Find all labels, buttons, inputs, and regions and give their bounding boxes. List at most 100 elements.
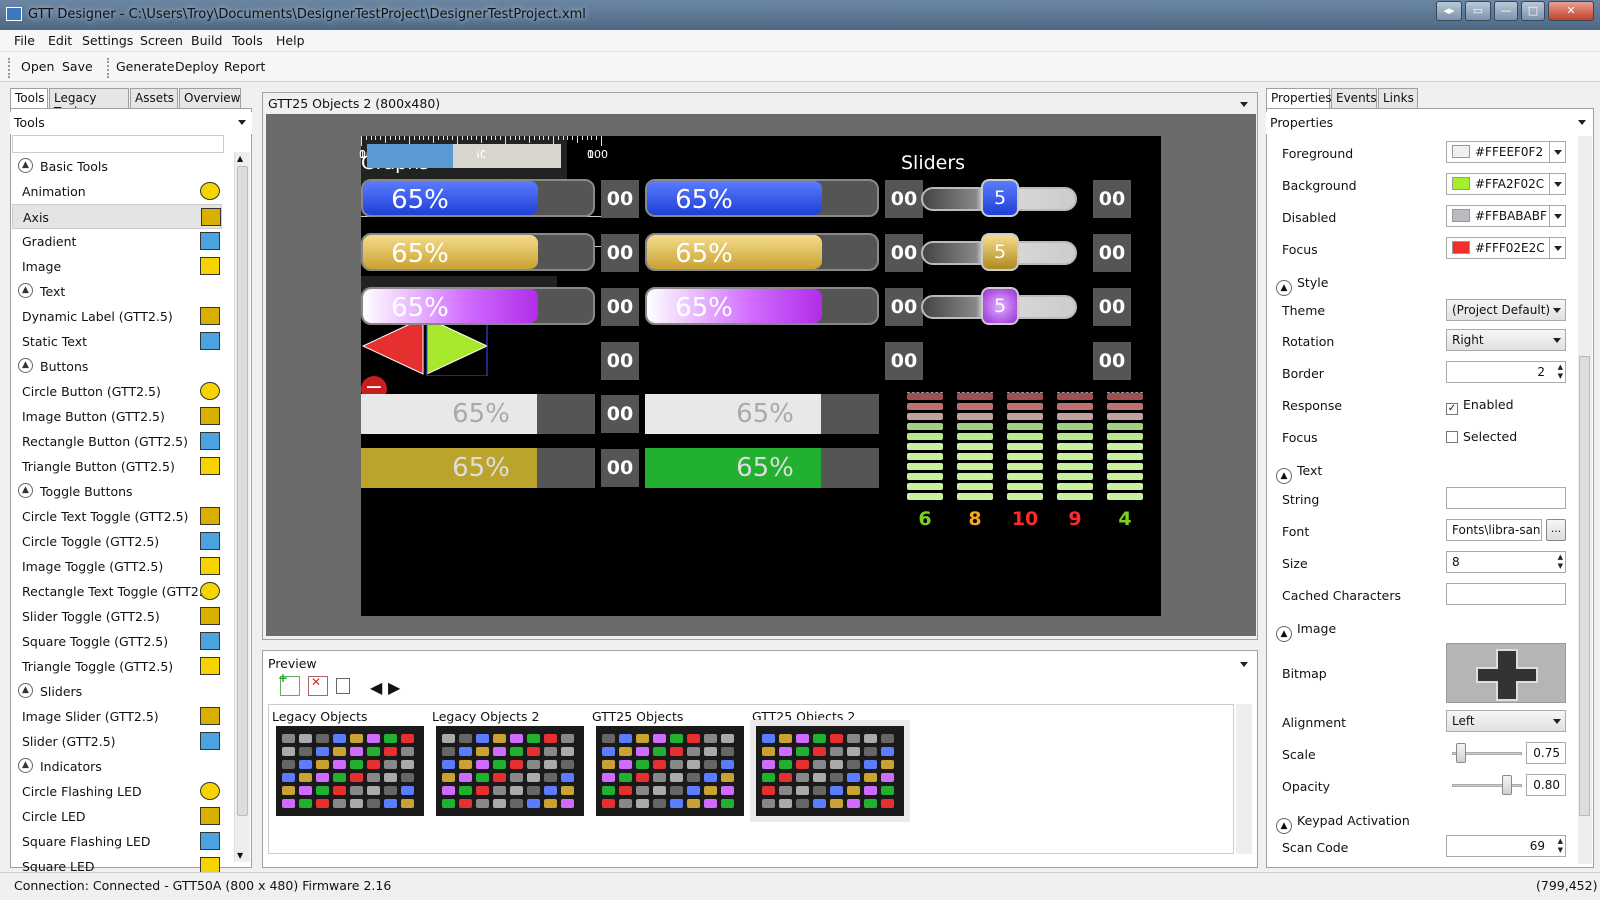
menu-file[interactable]: File — [14, 33, 35, 48]
tool-item[interactable]: Triangle Button (GTT2.5) — [12, 454, 222, 479]
alignment-select[interactable]: Left — [1446, 710, 1566, 732]
scale-input[interactable]: 0.75 — [1526, 742, 1566, 764]
generate-button[interactable]: Generate — [116, 59, 174, 74]
open-button[interactable]: Open — [21, 59, 54, 74]
slider-knob[interactable]: 5 — [981, 287, 1019, 325]
tool-item[interactable]: Gradient — [12, 229, 222, 254]
tool-item[interactable]: Image — [12, 254, 222, 279]
stepper-arrows-icon[interactable]: ▲ ▼ — [1558, 837, 1563, 855]
dock-icon[interactable]: ▭ — [1465, 1, 1491, 21]
tool-item[interactable]: Image Toggle (GTT2.5) — [12, 554, 222, 579]
scancode-stepper[interactable]: 69 ▲ ▼ — [1446, 835, 1566, 857]
tab-overview[interactable]: Overview — [179, 88, 241, 108]
collapse-icon[interactable]: ▲ — [18, 283, 33, 298]
tools-scroll-thumb[interactable] — [237, 166, 248, 816]
tools-dropdown[interactable]: Tools — [10, 112, 252, 134]
tool-item[interactable]: Rectangle Text Toggle (GTT2.5) — [12, 579, 222, 604]
style-section[interactable]: ▲ Style — [1276, 275, 1328, 296]
tab-events[interactable]: Events — [1331, 88, 1377, 108]
stepper-arrows-icon[interactable]: ▲ ▼ — [1558, 363, 1563, 381]
properties-dropdown[interactable]: Properties — [1266, 112, 1592, 134]
close-button[interactable]: ✕ — [1548, 1, 1594, 21]
slider-knob[interactable]: 5 — [981, 179, 1019, 217]
scroll-up-icon[interactable]: ▲ — [237, 154, 243, 163]
tool-item[interactable]: Circle Toggle (GTT2.5) — [12, 529, 222, 554]
slider-track[interactable]: 5 — [921, 179, 1077, 217]
menu-settings[interactable]: Settings — [82, 33, 133, 48]
screen-thumbnail[interactable] — [276, 726, 424, 816]
menu-help[interactable]: Help — [276, 33, 305, 48]
tool-item[interactable]: Square Flashing LED — [12, 829, 222, 854]
toolbar-grip-2[interactable] — [107, 58, 110, 78]
tool-item[interactable]: Circle Flashing LED — [12, 779, 222, 804]
arrow-buttons[interactable] — [361, 315, 489, 377]
tool-item[interactable]: ▲ Buttons — [12, 354, 222, 379]
report-button[interactable]: Report — [224, 59, 265, 74]
right-arrow-icon[interactable] — [426, 317, 489, 375]
collapse-icon[interactable]: ▲ — [18, 683, 33, 698]
menu-build[interactable]: Build — [191, 33, 222, 48]
scroll-down-icon[interactable]: ▼ — [237, 851, 243, 860]
tab-properties[interactable]: Properties — [1266, 88, 1332, 108]
toolbar-grip[interactable] — [8, 58, 11, 78]
font-browse-button[interactable]: ... — [1546, 519, 1566, 541]
tool-item[interactable]: Rectangle Button (GTT2.5) — [12, 429, 222, 454]
deploy-button[interactable]: Deploy — [175, 59, 219, 74]
tool-item[interactable]: Dynamic Label (GTT2.5) — [12, 304, 222, 329]
collapse-icon[interactable]: ▲ — [18, 158, 33, 173]
tab-legacy-tools[interactable]: Legacy Tools — [49, 88, 129, 119]
tool-item[interactable]: Image Slider (GTT2.5) — [12, 704, 222, 729]
tool-item[interactable]: ▲ Basic Tools — [12, 154, 222, 179]
move-left-icon[interactable]: ◀ — [370, 678, 382, 697]
chevron-down-icon[interactable] — [1549, 238, 1565, 258]
menu-edit[interactable]: Edit — [48, 33, 72, 48]
tool-item[interactable]: Static Text — [12, 329, 222, 354]
background-field[interactable]: #FFA2F02C — [1446, 173, 1566, 195]
collapse-icon[interactable]: ▲ — [18, 758, 33, 773]
opacity-slider-thumb[interactable] — [1502, 775, 1512, 795]
restore-panels-icon[interactable]: ◂▸ — [1436, 1, 1462, 21]
image-section[interactable]: ▲ Image — [1276, 621, 1336, 642]
opacity-input[interactable]: 0.80 — [1526, 774, 1566, 796]
tool-item[interactable]: ▲ Sliders — [12, 679, 222, 704]
preview-scrollbar[interactable] — [1236, 704, 1252, 854]
bitmap-preview[interactable] — [1446, 643, 1566, 703]
gtt-screen[interactable]: Graphs Sliders 65%0065%0065%0065%0065%00… — [359, 136, 1161, 616]
tool-item[interactable]: Square Toggle (GTT2.5) — [12, 629, 222, 654]
tool-item[interactable]: Animation — [12, 179, 222, 204]
tools-scrollbar[interactable]: ▲ ▼ — [234, 152, 250, 862]
collapse-icon[interactable]: ▲ — [18, 358, 33, 373]
focus-checkbox[interactable]: Selected — [1446, 429, 1517, 444]
menu-screen[interactable]: Screen — [140, 33, 183, 48]
tool-item[interactable]: Circle LED — [12, 804, 222, 829]
text-section[interactable]: ▲ Text — [1276, 463, 1322, 484]
slider-knob[interactable]: 5 — [981, 233, 1019, 271]
screen-thumbnail[interactable] — [750, 720, 910, 822]
scale-slider-thumb[interactable] — [1456, 743, 1466, 763]
keypad-section[interactable]: ▲ Keypad Activation — [1276, 813, 1410, 834]
tool-item[interactable]: ▲ Indicators — [12, 754, 222, 779]
tool-item[interactable]: ▲ Toggle Buttons — [12, 479, 222, 504]
slider-track[interactable]: 5 — [921, 233, 1077, 271]
canvas-chevron-down-icon[interactable] — [1240, 102, 1248, 107]
screen-thumbnail[interactable] — [596, 726, 744, 816]
string-input[interactable] — [1446, 487, 1566, 509]
theme-select[interactable]: (Project Default) — [1446, 299, 1566, 321]
chevron-down-icon[interactable] — [1549, 206, 1565, 226]
slider-track[interactable]: 5 — [921, 287, 1077, 325]
tool-item[interactable]: Circle Text Toggle (GTT2.5) — [12, 504, 222, 529]
tool-item[interactable]: Axis — [12, 204, 222, 229]
add-screen-icon[interactable]: + — [278, 671, 300, 696]
maximize-button[interactable]: □ — [1521, 1, 1545, 21]
focus-color-field[interactable]: #FFF02E2C — [1446, 237, 1566, 259]
minimize-button[interactable]: — — [1494, 1, 1518, 21]
delete-screen-icon[interactable]: ✕ — [308, 675, 328, 696]
tool-item[interactable]: Circle Button (GTT2.5) — [12, 379, 222, 404]
properties-scrollbar[interactable] — [1578, 136, 1592, 864]
chevron-down-icon[interactable] — [1549, 142, 1565, 162]
tool-item[interactable]: ▲ Text — [12, 279, 222, 304]
stepper-arrows-icon[interactable]: ▲ ▼ — [1558, 553, 1563, 571]
properties-scroll-thumb[interactable] — [1579, 356, 1590, 816]
left-arrow-icon[interactable] — [361, 317, 424, 375]
response-checkbox[interactable]: ✓ Enabled — [1446, 397, 1514, 415]
